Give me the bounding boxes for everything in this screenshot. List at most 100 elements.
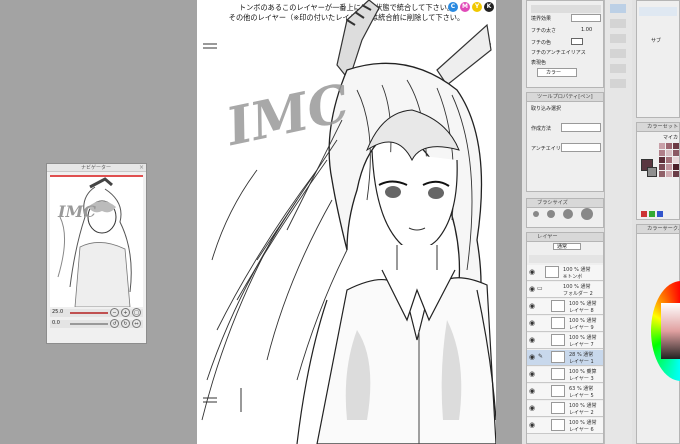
eye-icon[interactable]: ◉ bbox=[529, 353, 537, 361]
navigator-controls: 25.0 − + □ 0.0 ↺ ↻ ⇔ bbox=[50, 308, 143, 341]
layer-mode: 100 % 通常 bbox=[563, 267, 591, 273]
eye-icon[interactable]: ◉ bbox=[529, 404, 537, 412]
flip-icon[interactable]: ⇔ bbox=[132, 319, 141, 328]
layer-mode: 63 % 通常 bbox=[569, 386, 594, 392]
border-width-value[interactable]: 1.00 bbox=[581, 27, 592, 33]
eye-icon[interactable]: ◉ bbox=[529, 319, 537, 327]
eye-icon[interactable]: ◉ bbox=[529, 370, 537, 378]
layer-thumbnail bbox=[551, 351, 565, 363]
tool-eraser-icon[interactable] bbox=[610, 64, 626, 73]
layer-mode: 100 % 通常 bbox=[569, 403, 597, 409]
rotate-right-icon[interactable]: ↻ bbox=[121, 319, 130, 328]
eye-icon[interactable]: ◉ bbox=[529, 336, 537, 344]
color-wheel-panel: カラーサークル bbox=[636, 224, 680, 444]
layer-row[interactable]: ◉ 100 % 通常 レイヤー 2 bbox=[527, 401, 603, 417]
layer-name: レイヤー 3 bbox=[569, 376, 594, 382]
eye-icon[interactable]: ◉ bbox=[529, 421, 537, 429]
folder-icon: ▭ bbox=[537, 285, 543, 292]
layer-name: レイヤー 9 bbox=[569, 325, 594, 331]
layer-thumbnail bbox=[551, 385, 565, 397]
layer-mode: 100 % 通常 bbox=[563, 284, 591, 290]
border-color-label: フチの色 bbox=[531, 40, 552, 46]
creation-mode-buttons[interactable] bbox=[561, 123, 601, 132]
layer-name: レイヤー 1 bbox=[569, 359, 594, 365]
layer-toolbar[interactable] bbox=[529, 255, 603, 263]
sub-tool-header: サブ bbox=[651, 38, 662, 44]
layer-name: レイヤー 6 bbox=[569, 427, 594, 433]
antialias-buttons[interactable] bbox=[561, 143, 601, 152]
tool-column bbox=[604, 0, 632, 444]
color-wheel-header: カラーサークル bbox=[637, 225, 679, 234]
layer-row[interactable]: ◉ 100 % 通常 レイヤー 7 bbox=[527, 333, 603, 349]
creation-label: 作成方法 bbox=[531, 126, 552, 132]
rotate-value[interactable]: 0.0 bbox=[52, 320, 60, 326]
pen-icon: ✎ bbox=[538, 353, 544, 360]
close-icon[interactable]: × bbox=[139, 164, 144, 171]
zoom-slider[interactable] bbox=[70, 312, 108, 314]
layer-name: レイヤー 2 bbox=[569, 410, 594, 416]
layer-mode: 28 % 通常 bbox=[569, 352, 594, 358]
eye-icon[interactable]: ◉ bbox=[529, 387, 537, 395]
color-target-title: 表現色 bbox=[531, 60, 547, 66]
zoom-row: 25.0 − + □ bbox=[50, 308, 143, 317]
border-width-label: フチの太さ bbox=[531, 28, 557, 34]
layer-row[interactable]: ◉ 100 % 乗算 レイヤー 3 bbox=[527, 367, 603, 383]
blend-mode-dropdown[interactable]: 通常 bbox=[553, 243, 581, 250]
sub-color-swatch[interactable] bbox=[647, 167, 657, 177]
tool-airbrush-icon[interactable] bbox=[610, 49, 626, 58]
fit-icon[interactable]: □ bbox=[132, 308, 141, 317]
saturation-square[interactable] bbox=[661, 303, 680, 359]
layer-name: フォルダー 2 bbox=[563, 291, 593, 297]
border-color-swatch[interactable] bbox=[571, 38, 583, 45]
tool-property-scroll[interactable] bbox=[531, 5, 601, 13]
sub-tool-item[interactable] bbox=[639, 7, 677, 16]
layer-thumbnail bbox=[551, 402, 565, 414]
layer-mode: 100 % 通常 bbox=[569, 335, 597, 341]
layer-thumbnail bbox=[545, 266, 559, 278]
layer-name: レイヤー 5 bbox=[569, 393, 594, 399]
color-grid[interactable] bbox=[659, 143, 679, 199]
main-canvas[interactable]: トンボのあるこのレイヤーが一番上にある状態で統合して下さい。 その他のレイヤー（… bbox=[197, 0, 496, 444]
tool-pencil-icon[interactable] bbox=[610, 19, 626, 28]
tool-fill-icon[interactable] bbox=[610, 79, 626, 88]
rotate-left-icon[interactable]: ↺ bbox=[110, 319, 119, 328]
layer-row-selected[interactable]: ◉ ✎ 28 % 通常 レイヤー 1 bbox=[527, 350, 603, 366]
layer-mode: 100 % 通常 bbox=[569, 301, 597, 307]
navigator-titlebar[interactable]: ナビゲーター bbox=[47, 164, 146, 172]
brush-size-3[interactable] bbox=[563, 209, 573, 219]
layer-row[interactable]: ◉ 100 % 通常 ※トンボ bbox=[527, 265, 603, 281]
navigator-preview[interactable]: IMC bbox=[50, 177, 143, 307]
eye-icon[interactable]: ◉ bbox=[529, 302, 537, 310]
layer-row[interactable]: ◉ 63 % 通常 レイヤー 5 bbox=[527, 384, 603, 400]
brush-size-1[interactable] bbox=[533, 211, 539, 217]
layer-mode: 100 % 乗算 bbox=[569, 369, 597, 375]
navigator-title: ナビゲーター bbox=[81, 165, 112, 171]
color-target-dropdown[interactable]: カラー bbox=[537, 68, 577, 77]
antialias-label: アンチエイリ bbox=[531, 146, 561, 152]
layer-name: レイヤー 8 bbox=[569, 308, 594, 314]
layer-row[interactable]: ◉ 100 % 通常 レイヤー 9 bbox=[527, 316, 603, 332]
antialias-checkbox[interactable]: フチのアンチエイリアス bbox=[531, 49, 586, 56]
layer-mode: 100 % 通常 bbox=[569, 420, 597, 426]
color-set-dropdown[interactable]: マイカ bbox=[663, 134, 678, 141]
layer-row[interactable]: ◉ ▭ 100 % 通常 フォルダー 2 bbox=[527, 282, 603, 298]
zoom-in-icon[interactable]: + bbox=[121, 308, 130, 317]
layer-thumbnail bbox=[551, 368, 565, 380]
brush-size-2[interactable] bbox=[547, 210, 555, 218]
eye-icon[interactable]: ◉ bbox=[529, 268, 537, 276]
brush-size-panel: ブラシサイズ bbox=[526, 198, 604, 228]
tool-brush-icon[interactable] bbox=[610, 34, 626, 43]
border-effect-dropdown[interactable] bbox=[571, 14, 601, 22]
layer-row[interactable]: ◉ 100 % 通常 レイヤー 6 bbox=[527, 418, 603, 434]
zoom-out-icon[interactable]: − bbox=[110, 308, 119, 317]
zoom-value[interactable]: 25.0 bbox=[52, 309, 63, 315]
layer-name: ※トンボ bbox=[563, 274, 583, 280]
layer-row[interactable]: ◉ 100 % 通常 レイヤー 8 bbox=[527, 299, 603, 315]
tool-pen-icon[interactable] bbox=[610, 4, 626, 13]
navigator-panel: ナビゲーター × IMC 25.0 − + □ 0.0 ↺ ↻ ⇔ bbox=[46, 163, 147, 344]
eye-icon[interactable]: ◉ bbox=[529, 285, 537, 293]
color-set-panel: カラーセット マイカ bbox=[636, 122, 680, 220]
rotate-slider[interactable] bbox=[70, 323, 108, 325]
brush-size-4[interactable] bbox=[581, 208, 593, 220]
color-strip[interactable] bbox=[641, 211, 679, 217]
